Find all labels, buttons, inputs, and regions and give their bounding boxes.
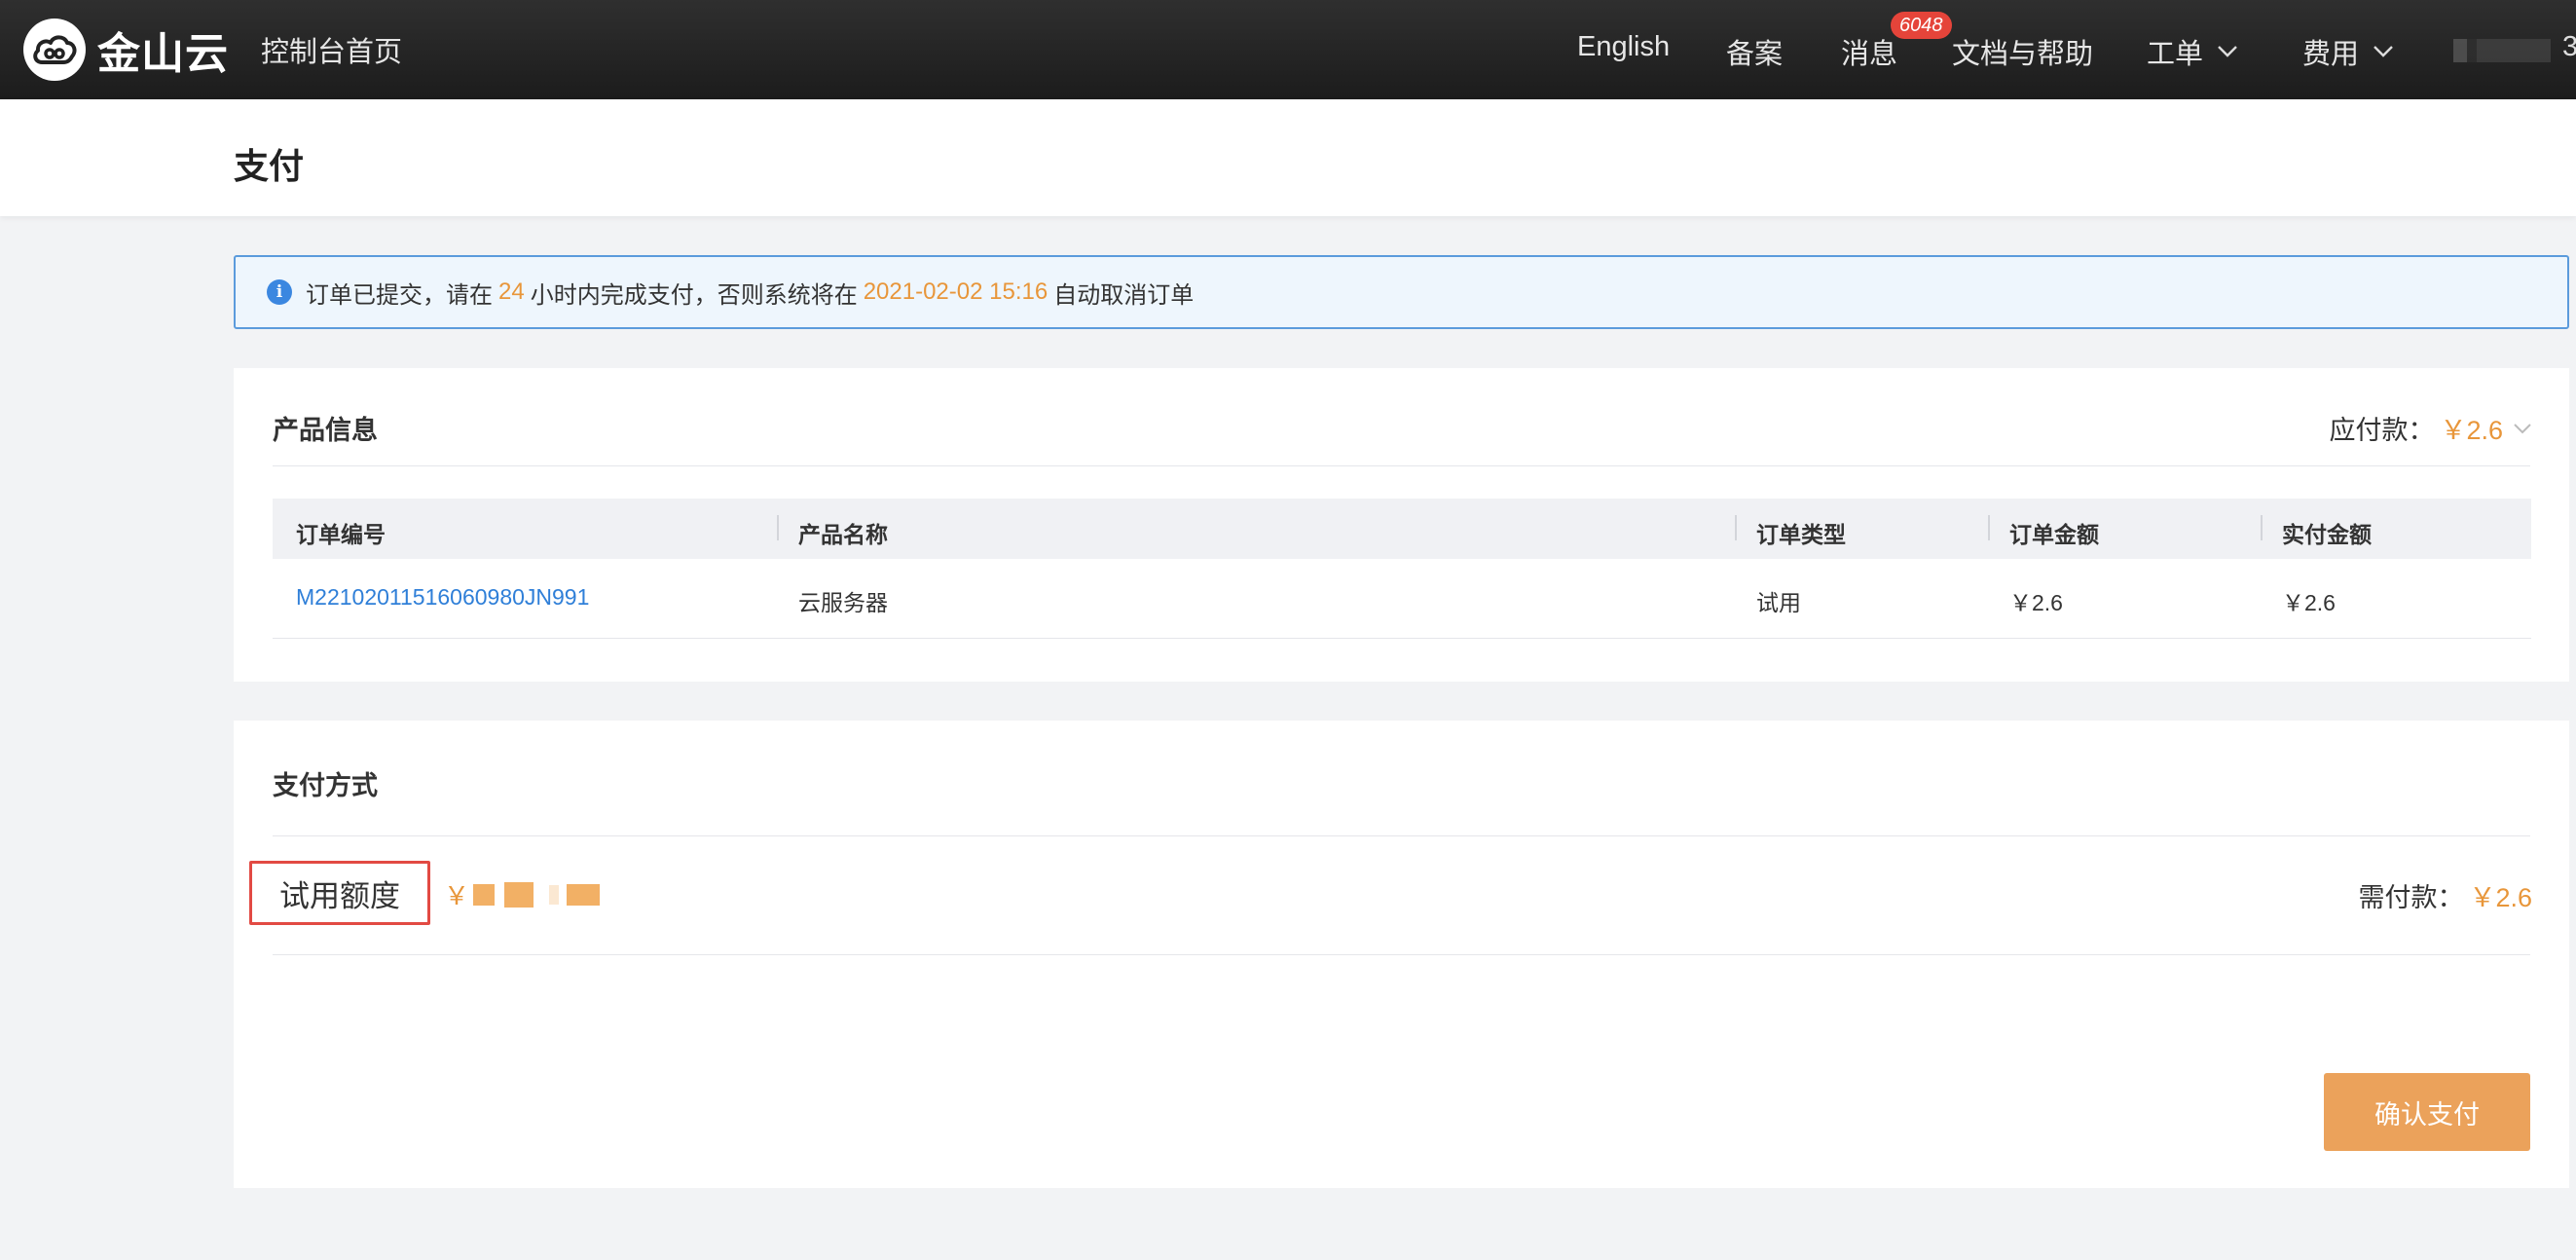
user-account-redacted[interactable] bbox=[2453, 39, 2551, 62]
page-header: 支付 bbox=[0, 99, 2576, 216]
column-header-product: 产品名称 bbox=[798, 522, 888, 547]
column-header-paid: 实付金额 bbox=[2282, 522, 2372, 547]
product-info-title: 产品信息 bbox=[273, 416, 378, 445]
amount-due-label: 应付款： bbox=[2329, 416, 2435, 445]
redacted-value bbox=[567, 883, 601, 906]
trial-credit-label: 试用额度 bbox=[279, 878, 400, 913]
nav-tickets-dropdown[interactable]: 工单 bbox=[2147, 31, 2238, 72]
chevron-down-icon bbox=[2374, 46, 2393, 57]
order-type: 试用 bbox=[1756, 590, 1801, 615]
alert-hours: 24 bbox=[498, 278, 525, 305]
order-amount: ￥2.6 bbox=[2009, 590, 2063, 615]
amount-to-pay-value: ￥2.6 bbox=[2469, 883, 2532, 912]
trial-credit-balance: ￥ bbox=[444, 876, 601, 912]
nav-messages[interactable]: 消息 bbox=[1841, 31, 1897, 72]
alert-text-2: 小时内完成支付，否则系统将在 bbox=[530, 281, 858, 309]
alert-text-3: 自动取消订单 bbox=[1053, 281, 1195, 309]
payment-method-title: 支付方式 bbox=[273, 771, 378, 800]
confirm-payment-button[interactable]: 确认支付 bbox=[2324, 1073, 2530, 1151]
page-title: 支付 bbox=[234, 146, 305, 186]
product-info-card: 产品信息 应付款： ￥2.6 订单编号 产品名称 订单类型 订单金额 实付金额 … bbox=[234, 368, 2569, 682]
info-icon: i bbox=[267, 279, 292, 305]
nav-billing-dropdown[interactable]: 费用 bbox=[2302, 31, 2394, 72]
column-header-type: 订单类型 bbox=[1756, 522, 1846, 547]
top-nav: English 备案 消息 6048 文档与帮助 工单 费用 3 bbox=[0, 0, 2576, 99]
nav-tickets-label: 工单 bbox=[2147, 39, 2204, 70]
payment-method-card: 支付方式 试用额度 ￥ 需付款： ￥2.6 确认支付 bbox=[234, 721, 2569, 1188]
table-header: 订单编号 产品名称 订单类型 订单金额 实付金额 bbox=[273, 499, 2531, 559]
nav-docs-help[interactable]: 文档与帮助 bbox=[1952, 31, 2093, 72]
order-number-link[interactable]: M22102011516060980JN991 bbox=[296, 584, 589, 611]
amount-due-value: ￥2.6 bbox=[2440, 416, 2503, 445]
nav-billing-label: 费用 bbox=[2302, 39, 2360, 70]
top-navigation-bar: 金山云 控制台首页 English 备案 消息 6048 文档与帮助 工单 费用… bbox=[0, 0, 2576, 99]
amount-due-toggle[interactable]: 应付款： ￥2.6 bbox=[2329, 409, 2532, 447]
table-row: M22102011516060980JN991 云服务器 试用 ￥2.6 ￥2.… bbox=[273, 559, 2531, 639]
order-table: 订单编号 产品名称 订单类型 订单金额 实付金额 M22102011516060… bbox=[273, 499, 2531, 639]
nav-english[interactable]: English bbox=[1577, 31, 1670, 63]
nav-filing[interactable]: 备案 bbox=[1726, 31, 1783, 72]
paid-amount: ￥2.6 bbox=[2282, 590, 2336, 615]
alert-text-1: 订单已提交，请在 bbox=[306, 281, 493, 309]
column-divider bbox=[2261, 515, 2263, 540]
chevron-down-icon bbox=[2218, 46, 2237, 57]
product-name: 云服务器 bbox=[798, 590, 888, 615]
chevron-down-icon bbox=[2514, 423, 2531, 433]
redacted-value bbox=[549, 884, 560, 905]
column-header-order-no: 订单编号 bbox=[296, 522, 386, 547]
column-divider bbox=[777, 515, 779, 540]
amount-to-pay: 需付款： ￥2.6 bbox=[2358, 876, 2532, 914]
divider bbox=[273, 954, 2530, 955]
trial-credit-option[interactable]: 试用额度 bbox=[249, 861, 430, 925]
alert-deadline: 2021-02-02 15:16 bbox=[863, 278, 1049, 305]
messages-count-badge: 6048 bbox=[1891, 12, 1952, 39]
column-header-amount: 订单金额 bbox=[2009, 522, 2099, 547]
divider bbox=[273, 465, 2530, 466]
currency-symbol: ￥ bbox=[444, 881, 470, 910]
redacted-value bbox=[504, 881, 534, 908]
amount-to-pay-label: 需付款： bbox=[2358, 883, 2464, 912]
column-divider bbox=[1735, 515, 1737, 540]
column-divider bbox=[1988, 515, 1990, 540]
redacted-value bbox=[473, 883, 496, 906]
order-submitted-alert: i 订单已提交，请在 24 小时内完成支付，否则系统将在 2021-02-02 … bbox=[234, 255, 2569, 329]
divider bbox=[273, 835, 2530, 836]
user-account-suffix: 3 bbox=[2562, 31, 2576, 62]
